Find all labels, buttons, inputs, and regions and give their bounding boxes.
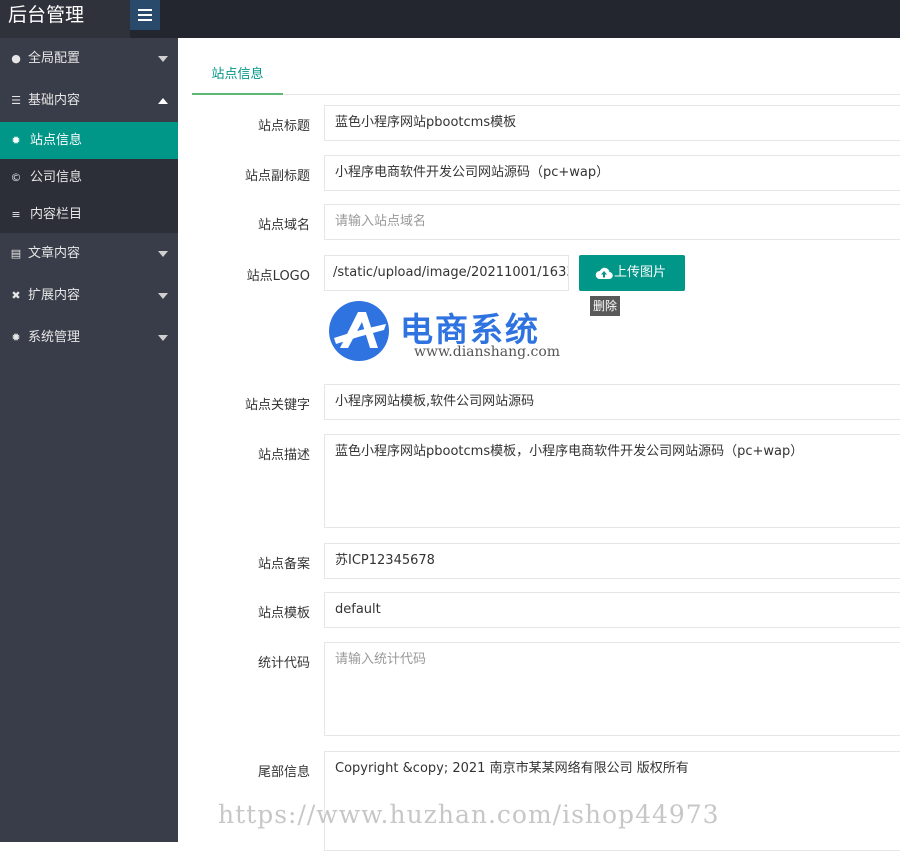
site-icp-label: 站点备案 xyxy=(257,557,310,572)
site-description-textarea[interactable]: 蓝色小程序网站pbootcms模板，小程序电商软件开发公司网站源码（pc+wap… xyxy=(324,434,900,528)
sidebar-subnav: ✹ 站点信息 © 公司信息 ≡ 内容栏目 xyxy=(0,122,178,233)
globe-icon: ● xyxy=(11,52,21,65)
gear-icon: ✹ xyxy=(11,331,21,344)
chevron-down-icon xyxy=(158,251,168,257)
stats-code-label: 统计代码 xyxy=(257,656,310,671)
site-icp-input[interactable]: 苏ICP12345678 xyxy=(324,543,900,579)
chevron-up-icon xyxy=(158,98,168,104)
sidebar-item-basic-content[interactable]: ☰ 基础内容 xyxy=(0,80,178,122)
site-keywords-label: 站点关键字 xyxy=(244,398,310,413)
chevron-down-icon xyxy=(158,56,168,62)
sidebar-item-site-info[interactable]: ✹ 站点信息 xyxy=(0,122,178,159)
logo-emblem-icon xyxy=(329,301,389,361)
menu-toggle-button[interactable] xyxy=(130,0,160,30)
site-keywords-input[interactable]: 小程序网站模板,软件公司网站源码 xyxy=(324,384,900,420)
copyright-icon: © xyxy=(10,171,22,184)
main-content: 站点信息 站点标题 蓝色小程序网站pbootcms模板 站点副标题 小程序电商软… xyxy=(178,38,900,851)
upload-image-button[interactable]: 上传图片 xyxy=(579,255,685,291)
site-logo-path-input[interactable]: /static/upload/image/20211001/1633050 xyxy=(324,255,569,291)
sidebar-item-article-content[interactable]: ▤ 文章内容 xyxy=(0,233,178,275)
sidebar-item-content-columns[interactable]: ≡ 内容栏目 xyxy=(0,196,178,233)
site-logo-label: 站点LOGO xyxy=(246,269,310,284)
delete-image-button[interactable]: 删除 xyxy=(590,296,621,316)
site-title-input[interactable]: 蓝色小程序网站pbootcms模板 xyxy=(324,105,900,141)
sidebar: ● 全局配置 ☰ 基础内容 ✹ 站点信息 © 公司信息 ≡ 内容栏目 ▤ 文章内… xyxy=(0,38,178,842)
site-template-label: 站点模板 xyxy=(257,606,310,621)
watermark-text: https://www.huzhan.com/ishop44973 xyxy=(218,800,720,829)
logo-url-text: www.dianshang.com xyxy=(414,344,561,360)
chevron-down-icon xyxy=(158,335,168,341)
site-title-label: 站点标题 xyxy=(257,119,310,134)
expand-icon: ✖ xyxy=(11,289,21,302)
stats-code-textarea[interactable]: 请输入统计代码 xyxy=(324,642,900,736)
sidebar-item-global-config[interactable]: ● 全局配置 xyxy=(0,38,178,80)
tab-bar: 站点信息 xyxy=(192,56,900,95)
site-description-label: 站点描述 xyxy=(257,448,310,463)
site-subtitle-label: 站点副标题 xyxy=(244,169,310,184)
sidebar-item-system-management[interactable]: ✹ 系统管理 xyxy=(0,317,178,359)
sliders-icon: ☰ xyxy=(11,94,21,107)
app-title: 后台管理 xyxy=(0,0,130,38)
site-template-input[interactable]: default xyxy=(324,592,900,628)
chevron-down-icon xyxy=(158,293,168,299)
file-icon: ▤ xyxy=(10,247,22,260)
footer-info-label: 尾部信息 xyxy=(257,765,310,780)
list-icon: ≡ xyxy=(11,208,21,221)
cloud-upload-icon xyxy=(595,267,613,280)
gear-icon: ✹ xyxy=(11,134,21,147)
site-subtitle-input[interactable]: 小程序电商软件开发公司网站源码（pc+wap） xyxy=(324,155,900,191)
sidebar-item-extension-content[interactable]: ✖ 扩展内容 xyxy=(0,275,178,317)
hamburger-icon xyxy=(138,9,152,11)
top-bar: 后台管理 xyxy=(0,0,900,38)
tab-site-info[interactable]: 站点信息 xyxy=(192,56,283,95)
site-domain-input[interactable]: 请输入站点域名 xyxy=(324,204,900,240)
logo-preview: 电商系统 www.dianshang.com xyxy=(326,300,578,364)
site-domain-label: 站点域名 xyxy=(257,218,310,233)
sidebar-item-company-info[interactable]: © 公司信息 xyxy=(0,159,178,196)
